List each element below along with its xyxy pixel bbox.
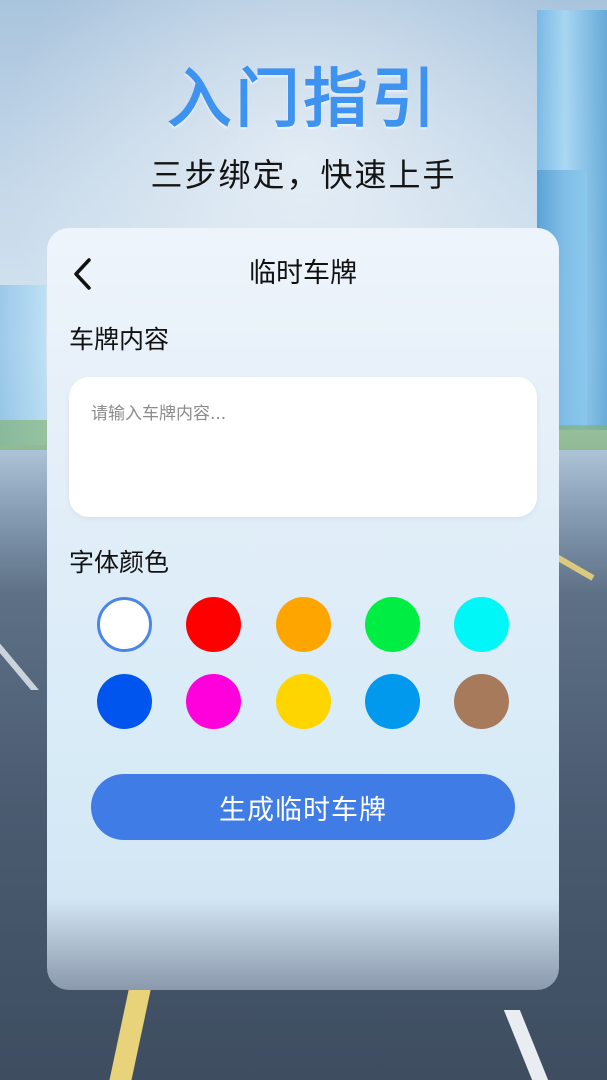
color-swatch[interactable] bbox=[454, 674, 509, 729]
color-swatch[interactable] bbox=[275, 674, 331, 729]
plate-content-field-container bbox=[69, 377, 537, 517]
color-swatch[interactable] bbox=[364, 674, 420, 729]
page-subtitle: 三步绑定，快速上手 bbox=[150, 156, 457, 194]
plate-content-label: 车牌内容 bbox=[69, 325, 170, 354]
page-title: 入门指引 bbox=[167, 63, 440, 137]
back-button[interactable] bbox=[65, 254, 101, 294]
color-swatch[interactable] bbox=[97, 674, 152, 729]
card-title: 临时车牌 bbox=[249, 258, 357, 289]
lane-marking-white bbox=[503, 1010, 553, 1080]
swatch-row bbox=[97, 674, 509, 729]
generate-plate-button[interactable]: 生成临时车牌 bbox=[91, 774, 515, 840]
font-color-label: 字体颜色 bbox=[69, 548, 170, 577]
swatch-row bbox=[97, 597, 509, 652]
color-swatch[interactable] bbox=[97, 597, 152, 652]
lane-marking-yellow bbox=[107, 990, 151, 1080]
card-header: 临时车牌 bbox=[47, 250, 559, 298]
lane-marking-left bbox=[0, 640, 39, 690]
color-swatch[interactable] bbox=[186, 674, 242, 729]
color-swatch[interactable] bbox=[186, 597, 242, 652]
chevron-left-icon bbox=[74, 258, 91, 290]
color-swatch-grid bbox=[97, 597, 517, 751]
color-swatch[interactable] bbox=[364, 597, 420, 652]
color-swatch[interactable] bbox=[275, 597, 331, 652]
color-swatch[interactable] bbox=[454, 597, 509, 652]
plate-content-input[interactable] bbox=[69, 377, 537, 517]
temp-plate-card: 临时车牌 车牌内容 字体颜色 生成临时车牌 bbox=[47, 228, 559, 990]
